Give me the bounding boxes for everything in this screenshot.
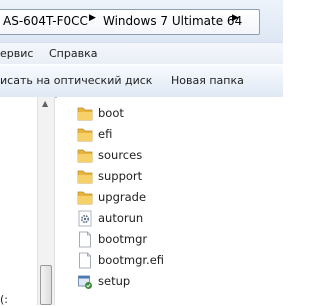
command-bar: исать на оптический диск Новая папка [0, 64, 283, 98]
file-row-sources[interactable]: sources [57, 145, 283, 166]
file-row-support[interactable]: support [57, 166, 283, 187]
breadcrumb-drive[interactable]: AS-604T-F0CC [3, 14, 88, 28]
file-icon [77, 252, 93, 269]
scrollbar-thumb[interactable] [40, 265, 52, 305]
burn-to-disc-button[interactable]: исать на оптический диск [0, 74, 152, 87]
folder-icon [77, 105, 93, 122]
file-name: sources [98, 148, 143, 162]
breadcrumb-folder[interactable]: Windows 7 Ultimate 64 [103, 14, 242, 28]
file-row-bootmgr[interactable]: bootmgr [57, 229, 283, 250]
setup-icon [77, 273, 93, 290]
file-name: efi [98, 127, 113, 141]
folder-icon [77, 147, 93, 164]
menu-service[interactable]: ервис [0, 47, 33, 60]
address-bar-area: AS-604T-F0CC ▶ Windows 7 Ultimate 64 ▶ [0, 0, 283, 42]
file-name: setup [98, 274, 131, 288]
file-row-setup[interactable]: setup [57, 271, 283, 292]
scroll-up-arrow-icon[interactable]: ▲ [42, 99, 48, 108]
chevron-right-icon[interactable]: ▶ [89, 13, 96, 23]
settings-file-icon [77, 210, 93, 227]
navigation-pane: (: [0, 97, 37, 306]
file-row-autorun[interactable]: autorun [57, 208, 283, 229]
file-icon [77, 231, 93, 248]
address-bar[interactable]: AS-604T-F0CC ▶ Windows 7 Ultimate 64 ▶ [0, 9, 260, 35]
file-name: upgrade [98, 190, 147, 204]
chevron-right-icon[interactable]: ▶ [232, 13, 239, 23]
folder-icon [77, 189, 93, 206]
file-name: boot [98, 106, 124, 120]
file-list: boot efi sources support upgrade autorun [57, 97, 283, 305]
file-name: bootmgr [98, 232, 148, 246]
menu-bar: ервис Справка [0, 42, 283, 65]
folder-icon [77, 168, 93, 185]
file-row-upgrade[interactable]: upgrade [57, 187, 283, 208]
file-row-bootmgr-efi[interactable]: bootmgr.efi [57, 250, 283, 271]
new-folder-button[interactable]: Новая папка [171, 74, 244, 87]
file-row-boot[interactable]: boot [57, 103, 283, 124]
nav-item-drive[interactable]: (: [0, 293, 8, 306]
file-name: bootmgr.efi [98, 253, 165, 267]
file-name: support [98, 169, 143, 183]
file-row-efi[interactable]: efi [57, 124, 283, 145]
navigation-scrollbar[interactable]: ▲ [37, 97, 55, 305]
file-name: autorun [98, 211, 144, 225]
folder-icon [77, 126, 93, 143]
menu-help[interactable]: Справка [49, 47, 97, 60]
